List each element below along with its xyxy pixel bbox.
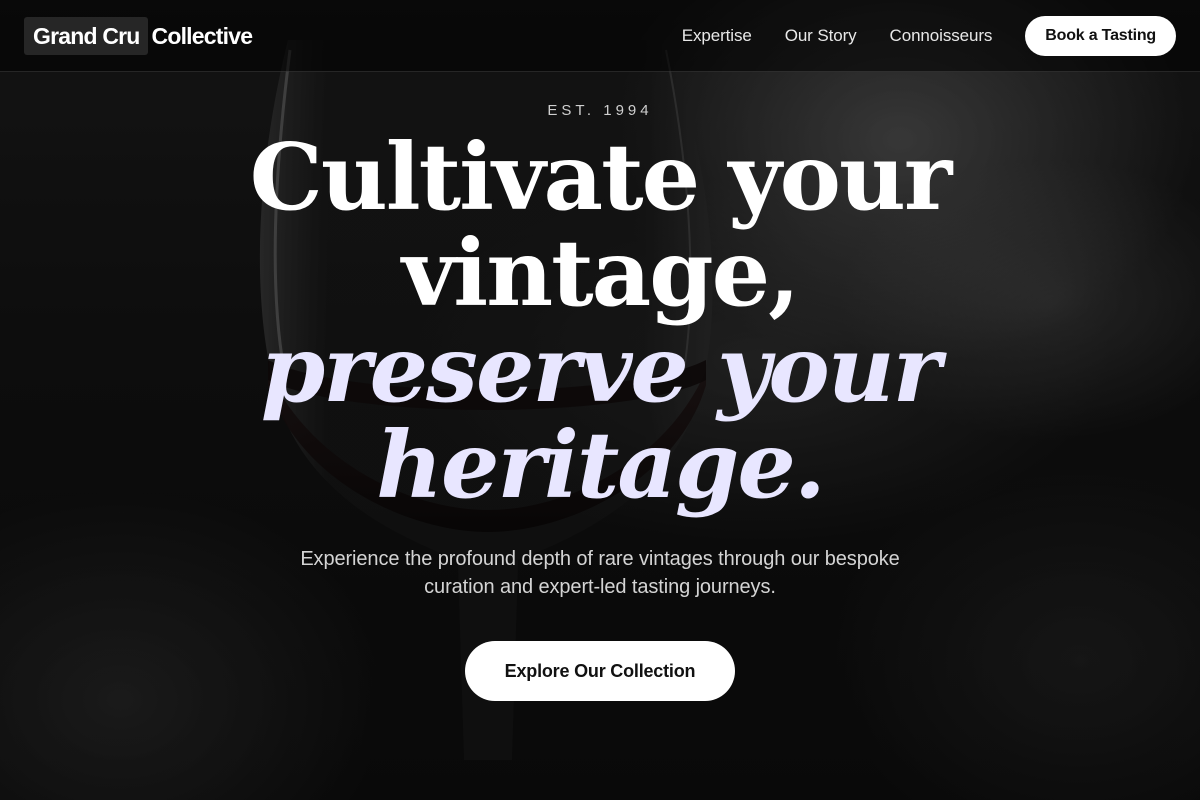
book-tasting-button[interactable]: Book a Tasting bbox=[1025, 16, 1176, 56]
top-navigation-bar: Grand Cru Collective Expertise Our Story… bbox=[0, 0, 1200, 72]
nav-link-our-story[interactable]: Our Story bbox=[785, 26, 857, 46]
hero-headline: Cultivate your vintage, preserve your he… bbox=[0, 129, 1200, 513]
main-nav: Expertise Our Story Connoisseurs Book a … bbox=[682, 0, 1176, 72]
headline-line-4: heritage. bbox=[376, 411, 826, 519]
nav-link-expertise[interactable]: Expertise bbox=[682, 26, 752, 46]
explore-collection-button[interactable]: Explore Our Collection bbox=[464, 641, 736, 701]
landing-page: Grand Cru Collective Expertise Our Story… bbox=[0, 0, 1200, 800]
established-label: EST. 1994 bbox=[547, 102, 653, 119]
nav-link-connoisseurs[interactable]: Connoisseurs bbox=[890, 26, 993, 46]
hero-subtitle: Experience the profound depth of rare vi… bbox=[300, 548, 900, 598]
brand-logo[interactable]: Grand Cru Collective bbox=[24, 17, 253, 55]
headline-line-3: preserve your bbox=[260, 315, 941, 423]
hero-section: EST. 1994 Cultivate your vintage, preser… bbox=[0, 72, 1200, 701]
headline-line-1: Cultivate your bbox=[249, 123, 953, 231]
logo-boxed-text: Grand Cru bbox=[24, 17, 148, 55]
headline-line-2: vintage, bbox=[401, 219, 800, 327]
logo-text: Collective bbox=[151, 22, 253, 49]
